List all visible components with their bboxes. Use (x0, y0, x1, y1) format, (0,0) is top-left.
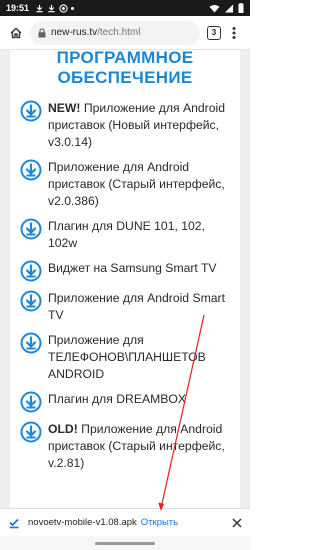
software-list: NEW! Приложение для Android приставок (Н… (20, 100, 232, 480)
download-filename: novoetv-mobile-v1.08.apk (28, 517, 137, 528)
software-item-label: Приложение для Android Smart TV (48, 291, 225, 322)
download-circle-icon (20, 218, 42, 240)
more-vert-icon (232, 26, 236, 39)
software-item-label: Плагин для DREAMBOX (48, 392, 186, 406)
software-item-old-android-box-v281[interactable]: OLD! Приложение для Android приставок (С… (20, 421, 232, 472)
software-item-label: Приложение для Android приставок (Старый… (48, 160, 225, 208)
download-circle-icon (20, 290, 42, 312)
download-circle-icon (20, 100, 42, 122)
download-circle-icon (20, 391, 42, 413)
software-item-label: Приложение для ТЕЛЕФОНОВ\ПЛАНШЕТОВ ANDRO… (48, 333, 206, 381)
download-done-icon (8, 517, 20, 529)
new-badge: NEW! (48, 101, 81, 115)
open-download-button[interactable]: Открыть (141, 517, 178, 528)
download-circle-icon (20, 260, 42, 282)
software-item-dreambox-plugin[interactable]: Плагин для DREAMBOX (20, 391, 232, 413)
download-circle-icon (20, 159, 42, 181)
status-bar: 19:51 (0, 0, 250, 16)
battery-icon (238, 3, 244, 13)
page-title-line-1: ПРОГРАММНОЕ (56, 50, 194, 67)
status-time: 19:51 (6, 3, 30, 13)
url-domain: new-rus.tv (51, 27, 98, 38)
download-circle-icon (20, 332, 42, 354)
download-notification-icon (36, 4, 43, 12)
software-item-dune-plugin[interactable]: Плагин для DUNE 101, 102, 102w (20, 218, 232, 252)
menu-button[interactable] (224, 23, 244, 43)
url-path: /tech.html (97, 27, 141, 38)
signal-icon (224, 3, 234, 13)
gesture-handle[interactable] (95, 541, 155, 545)
close-icon (232, 517, 242, 528)
old-badge: OLD! (48, 422, 78, 436)
download-notification-icon-2 (48, 4, 55, 12)
software-item-label: Плагин для DUNE 101, 102, 102w (48, 219, 205, 250)
page-title: ПРОГРАММНОЕ ОБЕСПЕЧЕНИЕ (10, 50, 240, 88)
home-icon (10, 27, 22, 38)
tab-count: 3 (207, 25, 221, 40)
tab-switcher-button[interactable]: 3 (204, 23, 224, 43)
software-item-label: Виджет на Samsung Smart TV (48, 261, 217, 275)
software-item-new-android-box[interactable]: NEW! Приложение для Android приставок (Н… (20, 100, 232, 151)
close-download-bar-button[interactable] (232, 517, 242, 528)
software-item-samsung-widget[interactable]: Виджет на Samsung Smart TV (20, 260, 232, 282)
gesture-nav-bar (0, 536, 250, 550)
wifi-icon (209, 4, 220, 13)
page-title-line-2: ОБЕСПЕЧЕНИЕ (57, 68, 193, 87)
url-bar[interactable]: new-rus.tv/tech.html (30, 20, 200, 45)
software-item-old-android-box[interactable]: Приложение для Android приставок (Старый… (20, 159, 232, 210)
software-item-label: NEW! Приложение для Android приставок (Н… (48, 100, 232, 151)
lock-icon (38, 27, 46, 38)
chrome-icon (59, 3, 68, 13)
download-bar: novoetv-mobile-v1.08.apk Открыть (0, 508, 250, 536)
download-circle-icon (20, 421, 42, 443)
software-item-label: OLD! Приложение для Android приставок (С… (48, 421, 232, 472)
notification-icons (35, 3, 75, 13)
notification-dot-icon (71, 6, 75, 10)
browser-toolbar: new-rus.tv/tech.html 3 (0, 16, 250, 50)
page-viewport[interactable]: ПРОГРАММНОЕ ОБЕСПЕЧЕНИЕ NEW! Приложение … (0, 50, 250, 508)
software-item-phones-tablets[interactable]: Приложение для ТЕЛЕФОНОВ\ПЛАНШЕТОВ ANDRO… (20, 332, 232, 383)
software-item-android-smart-tv[interactable]: Приложение для Android Smart TV (20, 290, 232, 324)
content-card: ПРОГРАММНОЕ ОБЕСПЕЧЕНИЕ NEW! Приложение … (10, 50, 240, 508)
home-button[interactable] (6, 23, 26, 43)
